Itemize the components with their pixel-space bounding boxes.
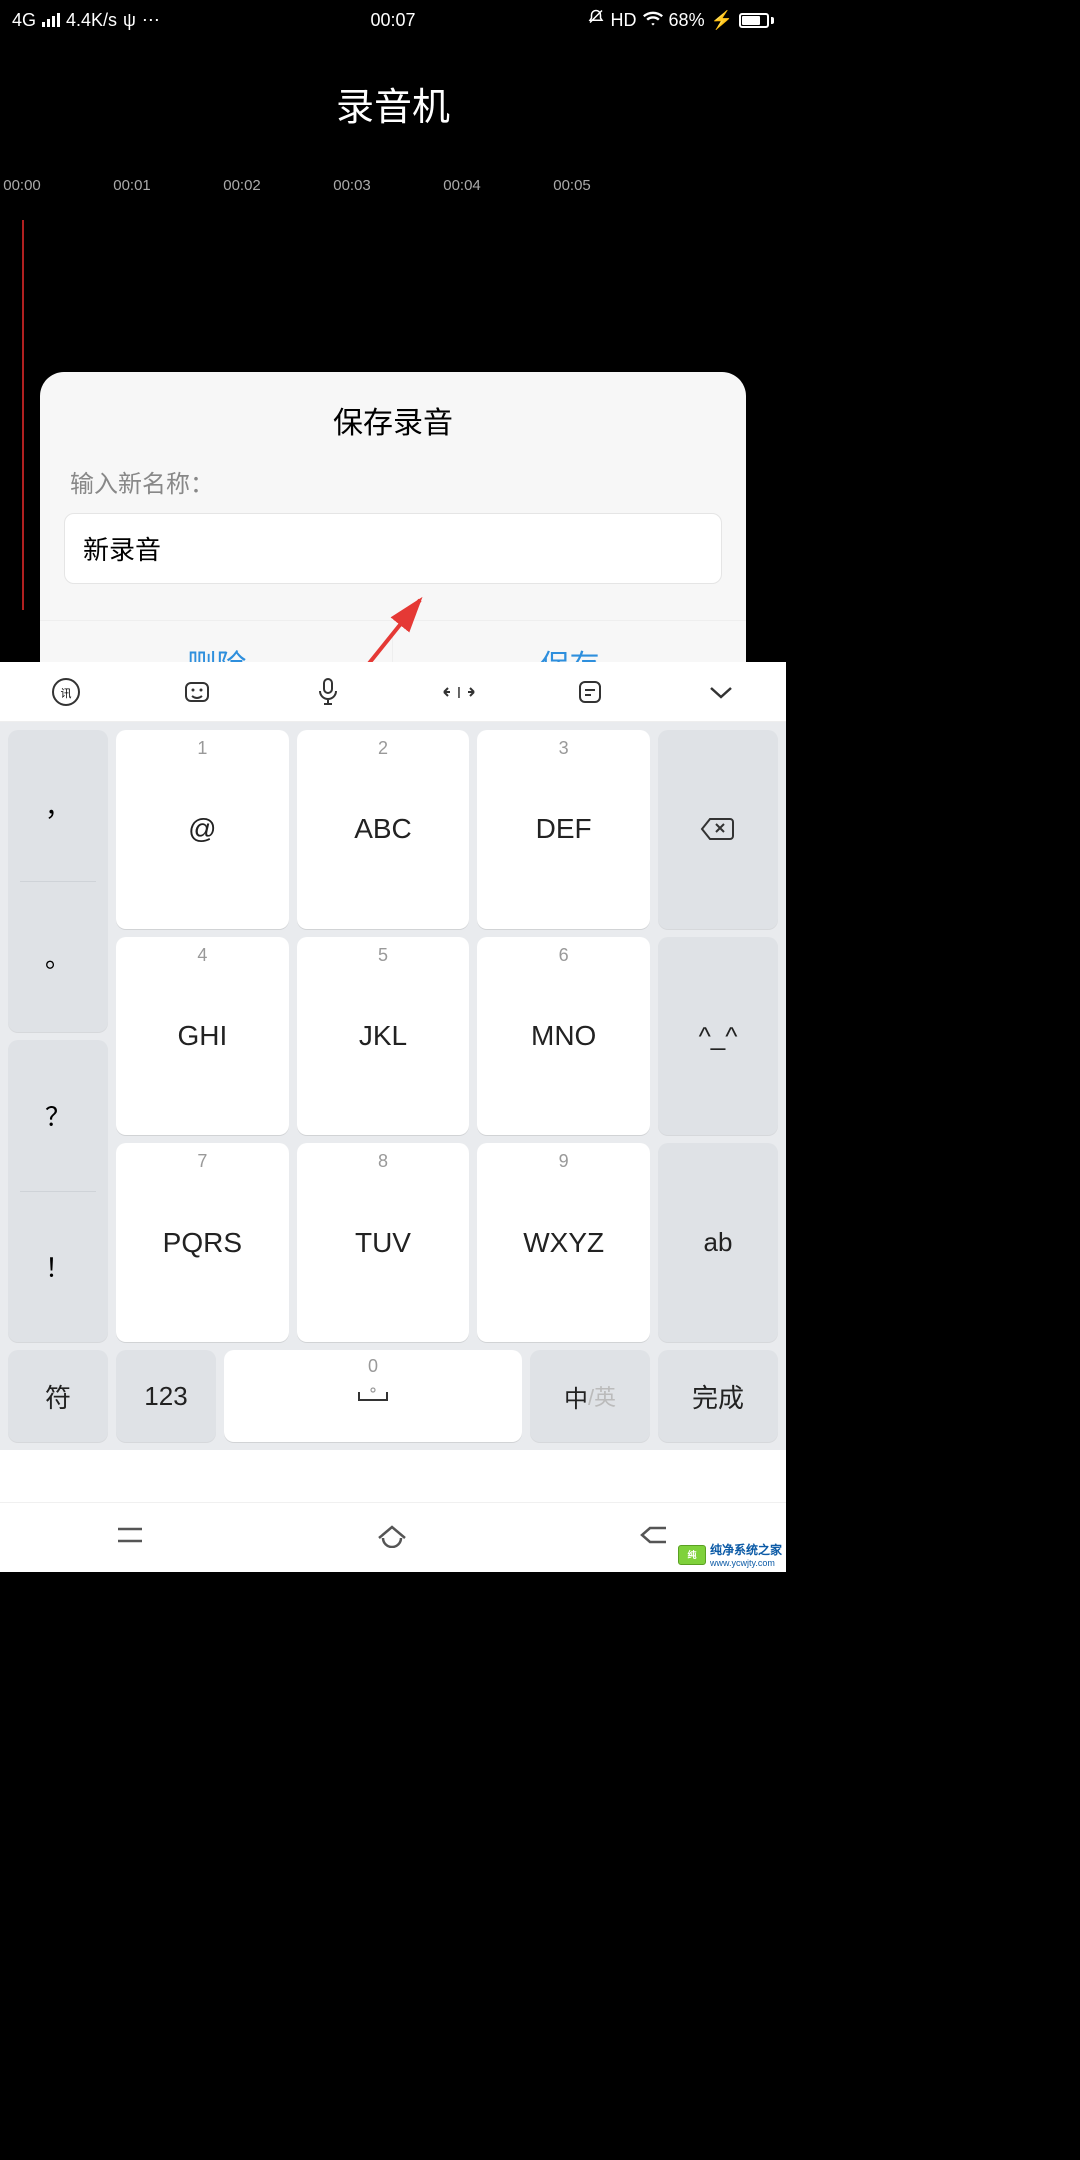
mute-icon xyxy=(587,9,605,32)
key-9-wxyz[interactable]: 9WXYZ xyxy=(477,1143,650,1342)
key-1-at[interactable]: 1@ xyxy=(116,730,289,929)
emoji-key[interactable]: ^_^ xyxy=(658,937,778,1136)
network-type: 4G xyxy=(12,10,36,31)
cursor-move-icon[interactable]: I xyxy=(439,672,479,712)
done-key[interactable]: 完成 xyxy=(658,1350,778,1442)
exclaim-key[interactable]: ！ xyxy=(8,1192,108,1343)
timeline-tick: 00:02 xyxy=(223,177,261,194)
backspace-key[interactable] xyxy=(658,730,778,929)
key-2-abc[interactable]: 2ABC xyxy=(297,730,470,929)
key-8-tuv[interactable]: 8TUV xyxy=(297,1143,470,1342)
back-button[interactable] xyxy=(638,1522,672,1553)
charging-icon: ⚡ xyxy=(711,10,733,31)
timeline-tick: 00:04 xyxy=(443,177,481,194)
ime-brand-icon[interactable]: 讯 xyxy=(46,672,86,712)
symbol-key[interactable]: 符 xyxy=(8,1350,108,1442)
watermark-url: www.ycwjty.com xyxy=(710,1558,782,1568)
timeline-tick: 00:03 xyxy=(333,177,371,194)
ab-key[interactable]: ab xyxy=(658,1143,778,1342)
status-time: 00:07 xyxy=(370,10,415,31)
home-button[interactable] xyxy=(375,1522,409,1553)
dialog-label: 输入新名称： xyxy=(40,464,746,513)
watermark-name: 纯净系统之家 xyxy=(710,1541,782,1558)
left-side-column: ， 。 ？ ！ xyxy=(8,730,108,1342)
recording-name-input[interactable]: 新录音 xyxy=(64,513,722,584)
key-7-pqrs[interactable]: 7PQRS xyxy=(116,1143,289,1342)
num123-key[interactable]: 123 xyxy=(116,1350,216,1442)
space-key[interactable]: 0 xyxy=(224,1350,522,1442)
hd-label: HD xyxy=(611,10,637,31)
timeline-tick: 00:00 xyxy=(3,177,41,194)
timeline[interactable]: 00:00 00:01 00:02 00:03 00:04 00:05 xyxy=(0,177,786,205)
playhead[interactable] xyxy=(22,220,24,610)
backspace-icon xyxy=(700,816,736,842)
svg-text:I: I xyxy=(456,685,460,702)
keyboard-keys: ， 。 ？ ！ 1@ 2ABC 3DEF ^_^ ab 4GHI 5JKL 6M… xyxy=(0,722,786,1342)
comma-key[interactable]: ， xyxy=(8,730,108,881)
space-icon xyxy=(353,1384,393,1408)
clipboard-icon[interactable] xyxy=(570,672,610,712)
more-icon: ⋯ xyxy=(142,10,162,31)
key-6-mno[interactable]: 6MNO xyxy=(477,937,650,1136)
collapse-keyboard-icon[interactable] xyxy=(701,672,741,712)
nav-bar xyxy=(0,1502,786,1572)
microphone-icon[interactable] xyxy=(308,672,348,712)
timeline-tick: 00:01 xyxy=(113,177,151,194)
watermark: 纯 纯净系统之家 www.ycwjty.com xyxy=(678,1541,782,1568)
period-key[interactable]: 。 xyxy=(8,882,108,1033)
key-4-ghi[interactable]: 4GHI xyxy=(116,937,289,1136)
status-left: 4G 4.4K/s ψ ⋯ xyxy=(12,10,162,31)
recent-apps-button[interactable] xyxy=(114,1523,146,1552)
svg-text:讯: 讯 xyxy=(60,687,71,700)
dialog-title: 保存录音 xyxy=(40,398,746,464)
battery-percent: 68% xyxy=(669,10,705,31)
keyboard-switch-icon[interactable] xyxy=(177,672,217,712)
status-bar: 4G 4.4K/s ψ ⋯ 00:07 HD 68% ⚡ xyxy=(0,0,786,40)
key-3-def[interactable]: 3DEF xyxy=(477,730,650,929)
language-key[interactable]: 中/英 xyxy=(530,1350,650,1442)
page-title: 录音机 xyxy=(0,40,786,177)
timeline-tick: 00:05 xyxy=(553,177,591,194)
usb-icon: ψ xyxy=(123,10,136,31)
right-side-column: ^_^ ab xyxy=(658,730,778,1342)
keyboard-toolbar: 讯 I xyxy=(0,662,786,722)
signal-icon xyxy=(42,13,60,27)
question-key[interactable]: ？ xyxy=(8,1040,108,1191)
key-5-jkl[interactable]: 5JKL xyxy=(297,937,470,1136)
battery-icon xyxy=(739,13,774,28)
status-right: HD 68% ⚡ xyxy=(587,9,774,32)
network-speed: 4.4K/s xyxy=(66,10,117,31)
save-dialog: 保存录音 输入新名称： 新录音 删除 保存 xyxy=(40,372,746,709)
wifi-icon xyxy=(643,10,663,31)
keyboard: 讯 I ， 。 ？ ！ xyxy=(0,662,786,1572)
keyboard-bottom-row: 符 123 0 中/英 完成 xyxy=(0,1342,786,1450)
watermark-logo-icon: 纯 xyxy=(678,1545,706,1565)
